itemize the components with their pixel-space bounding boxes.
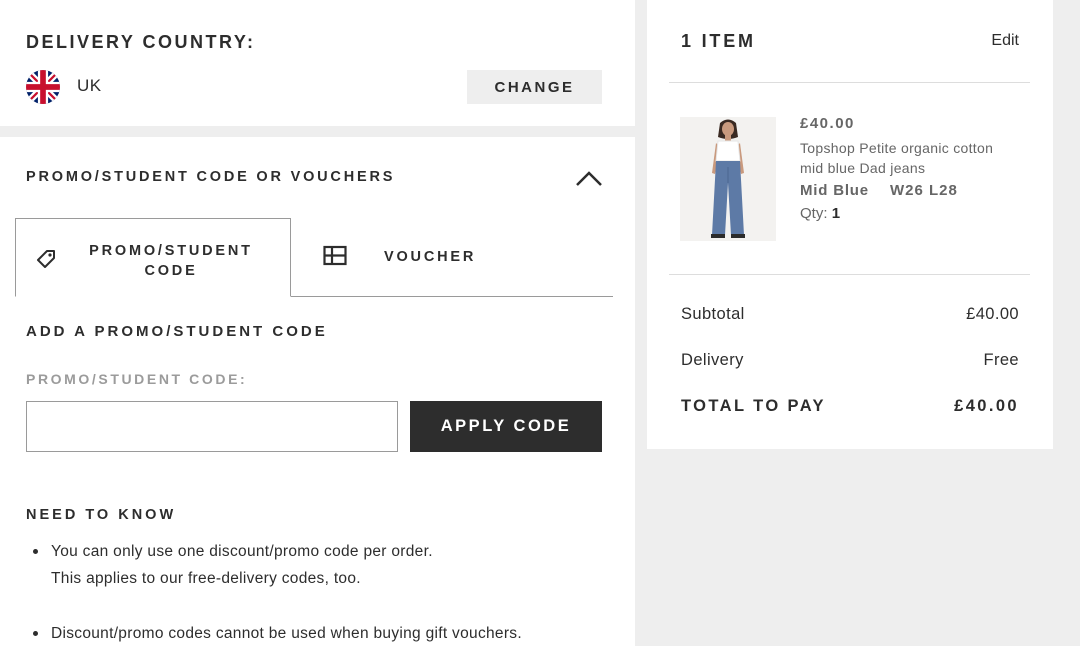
- tab-voucher-label: VOUCHER: [384, 249, 477, 265]
- delivery-row: Delivery Free: [681, 351, 1019, 370]
- promo-panel: PROMO/STUDENT CODE OR VOUCHERS PROMO/STU…: [0, 137, 635, 646]
- need-to-know-title: NEED TO KNOW: [26, 507, 177, 523]
- item-name-link[interactable]: Topshop Petite organic cotton mid blue D…: [800, 138, 1010, 178]
- promo-tabs: PROMO/STUDENT CODE VOUCHER: [15, 218, 613, 297]
- need-to-know-item-2-line-1: Discount/promo codes cannot be used when…: [51, 625, 522, 642]
- bag-item-count: 1 ITEM: [681, 31, 756, 51]
- item-quantity: Qty: 1: [800, 205, 840, 222]
- qty-value: 1: [831, 205, 841, 222]
- item-size: W26 L28: [890, 182, 958, 199]
- delivery-country-title: DELIVERY COUNTRY:: [26, 32, 256, 52]
- total-value: £40.00: [954, 397, 1019, 415]
- add-promo-code-title: ADD A PROMO/STUDENT CODE: [26, 323, 328, 340]
- edit-bag-link[interactable]: Edit: [991, 32, 1019, 50]
- order-summary: 1 ITEM Edit £40.00 Topshop Petite organi…: [647, 0, 1053, 449]
- subtotal-label: Subtotal: [681, 305, 745, 323]
- total-label: TOTAL TO PAY: [681, 397, 826, 415]
- bullet-icon: [33, 549, 38, 554]
- voucher-icon: [323, 245, 347, 267]
- tab-promo-student-code[interactable]: PROMO/STUDENT CODE: [15, 218, 291, 297]
- tab-promo-label: PROMO/STUDENT CODE: [89, 243, 253, 279]
- promo-code-input[interactable]: [26, 401, 398, 452]
- change-country-button[interactable]: CHANGE: [467, 70, 602, 104]
- promo-code-label: PROMO/STUDENT CODE:: [26, 371, 248, 387]
- uk-flag-icon: [26, 70, 60, 104]
- item-price: £40.00: [800, 115, 855, 132]
- need-to-know-item-1-line-1: You can only use one discount/promo code…: [51, 543, 433, 560]
- tag-icon: [34, 247, 58, 271]
- subtotal-value: £40.00: [966, 305, 1019, 323]
- total-row: TOTAL TO PAY £40.00: [681, 397, 1019, 416]
- bullet-icon: [33, 631, 38, 636]
- checkout-left-column: DELIVERY COUNTRY: UK CHANGE PROMO/STUDEN…: [0, 0, 635, 646]
- product-image[interactable]: [680, 117, 776, 241]
- need-to-know-item-1-line-2: This applies to our free-delivery codes,…: [51, 570, 361, 587]
- divider: [669, 274, 1030, 275]
- item-colour: Mid Blue: [800, 182, 869, 199]
- divider: [669, 82, 1030, 83]
- subtotal-row: Subtotal £40.00: [681, 305, 1019, 324]
- chevron-up-icon[interactable]: [574, 166, 604, 190]
- delivery-country-name: UK: [77, 76, 102, 95]
- tab-voucher[interactable]: VOUCHER: [292, 218, 613, 296]
- promo-section-title: PROMO/STUDENT CODE OR VOUCHERS: [26, 169, 396, 185]
- delivery-label: Delivery: [681, 351, 744, 369]
- delivery-country-panel: DELIVERY COUNTRY: UK CHANGE: [0, 0, 635, 126]
- apply-code-button[interactable]: APPLY CODE: [410, 401, 602, 452]
- delivery-value: Free: [983, 351, 1019, 369]
- qty-label: Qty:: [800, 205, 828, 222]
